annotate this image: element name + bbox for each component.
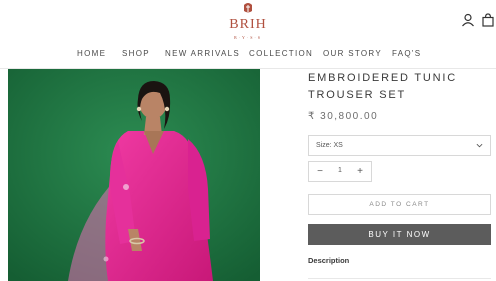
buy-it-now-button[interactable]: BUY IT NOW <box>308 224 491 245</box>
add-to-cart-button[interactable]: ADD TO CART <box>308 194 491 215</box>
nav-item-home[interactable]: HOME <box>77 49 106 58</box>
description-divider <box>308 278 491 279</box>
quantity-value[interactable]: 1 <box>333 167 347 174</box>
brand-logo-mark-icon[interactable] <box>241 1 255 15</box>
chevron-down-icon <box>476 143 483 148</box>
product-image[interactable] <box>8 69 260 281</box>
nav-item-collection[interactable]: COLLECTION <box>249 49 313 58</box>
account-icon[interactable] <box>461 13 475 27</box>
description-heading[interactable]: Description <box>308 256 349 265</box>
product-photo-illustration <box>8 69 260 281</box>
shopping-bag-icon[interactable] <box>481 13 495 27</box>
nav-item-shop[interactable]: SHOP <box>122 49 150 58</box>
nav-item-new-arrivals[interactable]: NEW ARRIVALS <box>165 49 240 58</box>
quantity-increase-button[interactable]: + <box>353 165 367 179</box>
site-header: BRIH B·Y·S·S HOME SHOP NEW ARRIVALS COLL… <box>0 0 496 68</box>
quantity-decrease-button[interactable]: − <box>313 165 327 179</box>
nav-item-our-story[interactable]: OUR STORY <box>323 49 382 58</box>
size-select[interactable]: Size: XS <box>308 135 491 156</box>
brand-logo-text[interactable]: BRIH <box>224 17 272 33</box>
quantity-stepper: − 1 + <box>308 161 372 182</box>
product-title-line-1: EMBROIDERED TUNIC <box>308 72 457 84</box>
size-select-value: Size: XS <box>316 142 343 149</box>
product-title: EMBROIDERED TUNIC TROUSER SET <box>308 70 488 104</box>
product-title-line-2: TROUSER SET <box>308 89 407 101</box>
main-navigation: HOME SHOP NEW ARRIVALS COLLECTION OUR ST… <box>0 49 496 63</box>
brand-tagline: B·Y·S·S <box>233 35 262 40</box>
nav-item-faqs[interactable]: FAQ'S <box>392 49 421 58</box>
product-price: ₹ 30,800.00 <box>308 111 379 122</box>
